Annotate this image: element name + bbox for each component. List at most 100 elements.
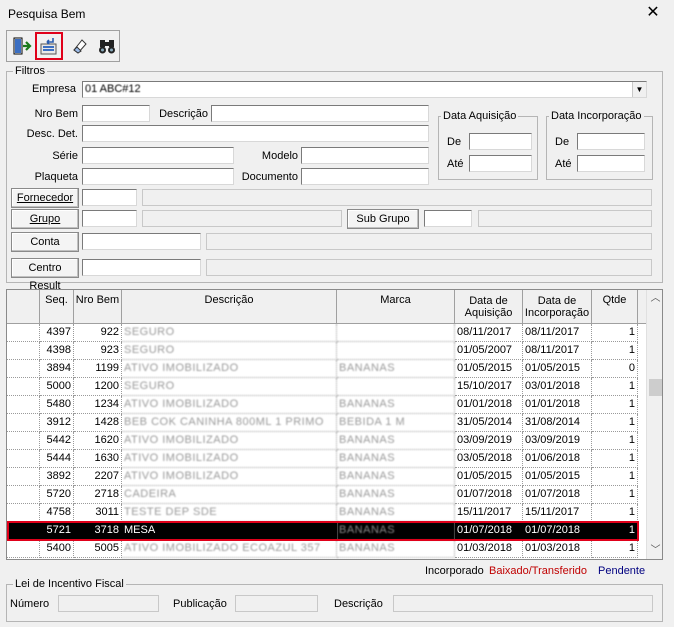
toolbar xyxy=(6,30,120,62)
conta-name-field xyxy=(206,233,652,250)
numero-field xyxy=(58,595,159,612)
centro-result-button-label: Centro Result xyxy=(28,262,62,292)
search-button[interactable] xyxy=(95,34,119,58)
cell-data-aquisicao: 03/09/2019 xyxy=(455,432,523,450)
table-row[interactable]: 5480 1234 ATIVO IMOBILIZADO BANANAS 01/01/20… xyxy=(7,396,647,414)
table-row[interactable]: 4398 923 SEGURO 01/05/2007 08/11/2017 1 xyxy=(7,342,647,360)
close-button[interactable]: ✕ xyxy=(642,3,664,23)
row-indicator xyxy=(7,486,40,504)
exit-button[interactable] xyxy=(10,34,34,58)
table-row[interactable]: 3894 1199 ATIVO IMOBILIZADO BANANAS 01/05/20… xyxy=(7,360,647,378)
cell-data-incorporacao: 08/11/2017 xyxy=(523,342,592,360)
row-indicator xyxy=(7,378,40,396)
fornecedor-code-input[interactable] xyxy=(82,189,137,206)
empresa-select[interactable]: 01 ABC#12 ▼ xyxy=(82,81,647,98)
cell-descricao: SEGURO xyxy=(122,342,337,360)
cell-seq: 5444 xyxy=(40,450,74,468)
cell-seq: 5442 xyxy=(40,432,74,450)
grupo-code-input[interactable] xyxy=(82,210,137,227)
documento-input[interactable] xyxy=(301,168,429,185)
col-aquisicao-header[interactable]: Data de Aquisição xyxy=(455,290,523,324)
table-row[interactable]: 5000 1200 SEGURO 15/10/2017 03/01/2018 1 xyxy=(7,378,647,396)
cell-nro-bem: 1199 xyxy=(74,360,122,378)
centro-result-button[interactable]: Centro Result xyxy=(11,258,79,292)
filters-legend: Filtros xyxy=(15,65,45,77)
aquisicao-ate-input[interactable] xyxy=(469,155,532,172)
cell-marca: BANANAS xyxy=(337,360,455,378)
publicacao-label: Publicação xyxy=(173,598,227,610)
empresa-value: 01 ABC#12 xyxy=(85,83,141,95)
results-grid[interactable]: Seq. Nro Bem Descrição Marca Data de Aqu… xyxy=(6,289,663,560)
row-indicator xyxy=(7,540,40,558)
cell-seq: 4758 xyxy=(40,504,74,522)
centro-result-code-input[interactable] xyxy=(82,259,201,276)
cell-qtde: 1 xyxy=(592,324,638,342)
cell-nro-bem: 1620 xyxy=(74,432,122,450)
col-marca-header[interactable]: Marca xyxy=(337,290,455,324)
col-descricao-header[interactable]: Descrição xyxy=(122,290,337,324)
table-row[interactable]: 3892 2207 ATIVO IMOBILIZADO BANANAS 01/05/20… xyxy=(7,468,647,486)
subgrupo-button[interactable]: Sub Grupo xyxy=(347,209,419,229)
cell-qtde: 1 xyxy=(592,342,638,360)
col-nro-bem-header[interactable]: Nro Bem xyxy=(74,290,122,324)
scroll-thumb[interactable] xyxy=(649,379,662,396)
serie-input[interactable] xyxy=(82,147,234,164)
col-seq-header[interactable]: Seq. xyxy=(40,290,74,324)
vertical-scrollbar[interactable]: ︿ ﹀ xyxy=(646,290,662,559)
cell-data-aquisicao: 08/11/2017 xyxy=(455,324,523,342)
publicacao-field xyxy=(235,595,318,612)
table-row[interactable]: 5442 1620 ATIVO IMOBILIZADO BANANAS 03/09/20… xyxy=(7,432,647,450)
table-row[interactable]: 4397 922 SEGURO 08/11/2017 08/11/2017 1 xyxy=(7,324,647,342)
cell-nro-bem: 5005 xyxy=(74,540,122,558)
cell-qtde: 1 xyxy=(592,378,638,396)
col-qtde-header[interactable]: Qtde xyxy=(592,290,638,324)
subgrupo-code-input[interactable] xyxy=(424,210,472,227)
table-row[interactable]: 5720 2718 CADEIRA BANANAS 01/07/2018 01/07/20… xyxy=(7,486,647,504)
cell-descricao: ATIVO IMOBILIZADO xyxy=(122,360,337,378)
table-row[interactable]: 5444 1630 ATIVO IMOBILIZADO BANANAS 03/05/20… xyxy=(7,450,647,468)
cell-seq: 5400 xyxy=(40,540,74,558)
table-row[interactable]: 3912 1428 BEB COK CANINHA 800ML 1 PRIMO BEB… xyxy=(7,414,647,432)
cell-descricao: ATIVO IMOBILIZADO xyxy=(122,468,337,486)
row-indicator xyxy=(7,450,40,468)
cell-qtde: 1 xyxy=(592,432,638,450)
aquisicao-de-input[interactable] xyxy=(469,133,532,150)
cell-marca: BANANAS xyxy=(337,432,455,450)
cell-data-incorporacao: 03/09/2019 xyxy=(523,432,592,450)
fornecedor-button[interactable]: Fornecedor xyxy=(11,188,79,208)
incorporacao-ate-input[interactable] xyxy=(577,155,645,172)
clear-button[interactable] xyxy=(68,34,92,58)
legend-incorporado: Incorporado xyxy=(425,565,484,577)
table-row[interactable]: 4758 3011 TESTE DEP SDE BANANAS 15/11/2017 15… xyxy=(7,504,647,522)
fornecedor-button-label: Fornecedor xyxy=(16,192,74,204)
fornecedor-name-field xyxy=(142,189,652,206)
plaqueta-input[interactable] xyxy=(82,168,234,185)
table-row[interactable]: 5400 5005 ATIVO IMOBILIZADO ECOAZUL 357 BAN… xyxy=(7,540,647,558)
scroll-down-icon[interactable]: ﹀ xyxy=(647,542,662,559)
numero-label: Número xyxy=(10,598,50,610)
cell-seq: 4398 xyxy=(40,342,74,360)
cell-descricao: ATIVO IMOBILIZADO xyxy=(122,432,337,450)
cell-descricao: SEGURO xyxy=(122,324,337,342)
chevron-down-icon[interactable]: ▼ xyxy=(632,82,646,97)
col-incorporacao-header[interactable]: Data de Incorporação xyxy=(523,290,592,324)
grupo-button[interactable]: Grupo xyxy=(11,209,79,229)
cell-marca: BANANAS xyxy=(337,450,455,468)
cell-data-incorporacao: 01/07/2018 xyxy=(523,486,592,504)
lei-descricao-field xyxy=(393,595,653,612)
cell-nro-bem: 1200 xyxy=(74,378,122,396)
select-return-button[interactable] xyxy=(35,32,63,60)
conta-button[interactable]: Conta xyxy=(11,232,79,252)
cell-marca: BEBIDA 1 M xyxy=(337,414,455,432)
incorporacao-de-input[interactable] xyxy=(577,133,645,150)
cell-nro-bem: 1234 xyxy=(74,396,122,414)
descricao-input[interactable] xyxy=(211,105,429,122)
documento-label: Documento xyxy=(241,171,298,183)
conta-code-input[interactable] xyxy=(82,233,201,250)
nro-bem-input[interactable] xyxy=(82,105,150,122)
desc-det-input[interactable] xyxy=(82,125,429,142)
scroll-up-icon[interactable]: ︿ xyxy=(647,290,662,307)
row-indicator xyxy=(7,396,40,414)
cell-descricao: ATIVO IMOBILIZADO ECOAZUL 357 xyxy=(122,540,337,558)
modelo-input[interactable] xyxy=(301,147,429,164)
